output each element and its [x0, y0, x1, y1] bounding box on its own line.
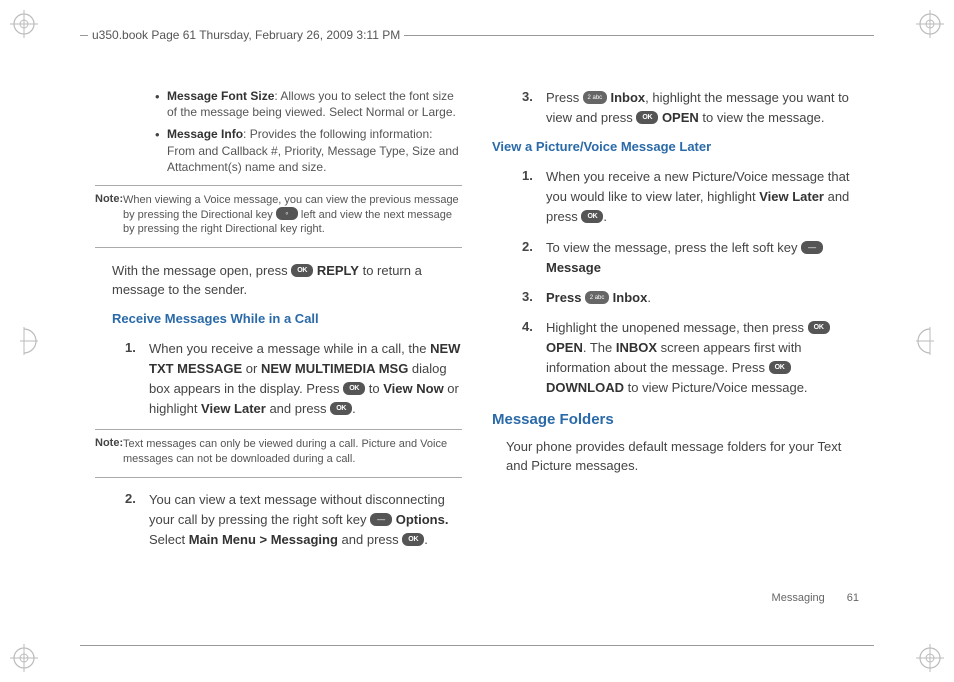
softkey-icon — [801, 241, 823, 254]
list-item: 2. To view the message, press the left s… — [510, 238, 859, 278]
crop-mark-icon — [916, 644, 944, 672]
list-item: 1. When you receive a new Picture/Voice … — [510, 167, 859, 227]
bullet-item: • Message Font Size: Allows you to selec… — [155, 88, 462, 120]
nav-key-icon — [276, 207, 298, 220]
right-column: 3. Press Inbox, highlight the message yo… — [492, 88, 859, 622]
note: Note: Text messages can only be viewed d… — [95, 436, 462, 467]
ok-key-icon — [769, 361, 791, 374]
crop-mark-icon — [916, 10, 944, 38]
bullet-item: • Message Info: Provides the following i… — [155, 126, 462, 175]
subheading: View a Picture/Voice Message Later — [492, 138, 859, 157]
left-column: • Message Font Size: Allows you to selec… — [95, 88, 462, 622]
list-item: 3. Press Inbox. — [510, 288, 859, 308]
crop-mark-icon — [10, 644, 38, 672]
ok-key-icon — [636, 111, 658, 124]
crop-mark-icon — [916, 327, 944, 355]
softkey-icon — [370, 513, 392, 526]
ok-key-icon — [291, 264, 313, 277]
subheading: Receive Messages While in a Call — [112, 310, 462, 329]
page-footer: Messaging61 — [772, 592, 859, 604]
ok-key-icon — [808, 321, 830, 334]
crop-mark-icon — [10, 10, 38, 38]
footer-rule — [80, 645, 874, 646]
section-body: Your phone provides default message fold… — [506, 438, 859, 476]
list-item: 4. Highlight the unopened message, then … — [510, 318, 859, 399]
list-item: 2. You can view a text message without d… — [113, 490, 462, 550]
note: Note: When viewing a Voice message, you … — [95, 192, 462, 237]
body-text: With the message open, press REPLY to re… — [112, 262, 462, 300]
header-text: u350.book Page 61 Thursday, February 26,… — [88, 28, 404, 42]
list-item: 1. When you receive a message while in a… — [113, 339, 462, 420]
num-key-icon — [585, 291, 609, 304]
ok-key-icon — [343, 382, 365, 395]
list-item: 3. Press Inbox, highlight the message yo… — [510, 88, 859, 128]
page-header: u350.book Page 61 Thursday, February 26,… — [80, 28, 874, 42]
section-heading: Message Folders — [492, 409, 859, 431]
ok-key-icon — [581, 210, 603, 223]
ok-key-icon — [330, 402, 352, 415]
page-body: • Message Font Size: Allows you to selec… — [95, 88, 859, 622]
num-key-icon — [583, 91, 607, 104]
ok-key-icon — [402, 533, 424, 546]
crop-mark-icon — [10, 327, 38, 355]
